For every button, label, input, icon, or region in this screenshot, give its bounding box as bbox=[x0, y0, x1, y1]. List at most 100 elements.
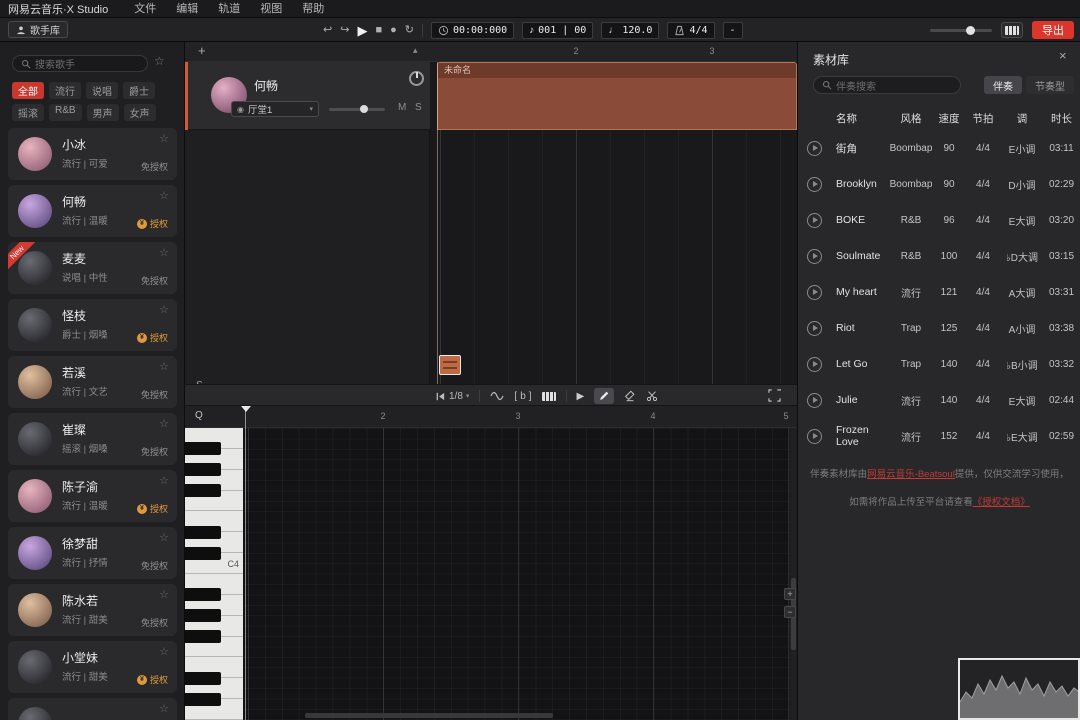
singer-card[interactable]: New 麦麦 说唱 | 中性 ☆ 免授权 bbox=[8, 242, 177, 294]
menu-track[interactable]: 轨道 bbox=[208, 0, 250, 18]
menu-view[interactable]: 视图 bbox=[250, 0, 292, 18]
swing-display[interactable]: - bbox=[723, 22, 743, 39]
library-row[interactable]: Riot Trap 125 4/4 A小调 03:38 bbox=[798, 310, 1080, 346]
quantize-button[interactable]: Q bbox=[195, 410, 203, 421]
favorite-star-icon[interactable]: ☆ bbox=[159, 645, 169, 658]
favorite-star-icon[interactable]: ☆ bbox=[159, 246, 169, 259]
record-button[interactable]: ● bbox=[390, 25, 397, 36]
zoom-out-button[interactable]: − bbox=[784, 606, 796, 618]
loop-button[interactable]: ↻ bbox=[405, 25, 414, 36]
singer-card[interactable]: 怪枝 爵士 | 烟嗓 ☆ ¥授权 bbox=[8, 299, 177, 351]
singer-card[interactable]: 崔璨 摇滚 | 烟嗓 ☆ 免授权 bbox=[8, 413, 177, 465]
favorite-star-icon[interactable]: ☆ bbox=[159, 189, 169, 202]
piano-black-key[interactable] bbox=[185, 526, 221, 539]
bar-beat-display[interactable]: ♪ 001 | 00 bbox=[522, 22, 593, 39]
fit-view-button[interactable] bbox=[768, 389, 781, 407]
eraser-tool[interactable] bbox=[624, 390, 636, 402]
mute-button[interactable]: M bbox=[398, 102, 406, 113]
vertical-scrollbar[interactable] bbox=[790, 428, 797, 720]
zoom-in-button[interactable]: + bbox=[784, 588, 796, 600]
piano-black-key[interactable] bbox=[185, 693, 221, 706]
favorite-star-icon[interactable]: ☆ bbox=[159, 132, 169, 145]
filter-jazz[interactable]: 爵士 bbox=[123, 82, 155, 99]
virtual-keyboard-button[interactable] bbox=[1001, 22, 1023, 38]
track-pan-knob[interactable] bbox=[409, 71, 424, 86]
vocal-track-header[interactable]: 何畅 ◉ 厅堂1 ▾ M S bbox=[185, 62, 430, 130]
beat-clip[interactable] bbox=[439, 355, 461, 375]
filter-all[interactable]: 全部 bbox=[12, 82, 44, 99]
select-tool[interactable]: ▶ bbox=[577, 391, 585, 402]
library-row[interactable]: Soulmate R&B 100 4/4 ♭D大调 03:15 bbox=[798, 238, 1080, 274]
singer-card[interactable]: 陈水若 流行 | 甜美 ☆ 免授权 bbox=[8, 584, 177, 636]
piano-black-key[interactable] bbox=[185, 609, 221, 622]
add-track-button[interactable]: + bbox=[198, 43, 206, 58]
snap-control[interactable]: 1/8 ▾ bbox=[435, 391, 469, 402]
time-display[interactable]: 00:00:000 bbox=[431, 22, 514, 39]
singer-card[interactable]: 陈子渝 流行 | 温暖 ☆ ¥授权 bbox=[8, 470, 177, 522]
note-name-toggle[interactable]: b bbox=[514, 391, 531, 402]
singer-card[interactable]: 小堂妹 流行 | 甜美 ☆ ¥授权 bbox=[8, 641, 177, 693]
pitch-curve-tool[interactable] bbox=[490, 390, 504, 402]
filter-female[interactable]: 女声 bbox=[124, 104, 156, 121]
library-row[interactable]: Brooklyn Boombap 90 4/4 D小调 02:29 bbox=[798, 166, 1080, 202]
piano-black-key[interactable] bbox=[185, 588, 221, 601]
pencil-tool[interactable] bbox=[594, 388, 614, 404]
favorite-star-icon[interactable]: ☆ bbox=[159, 702, 169, 715]
playhead-marker[interactable] bbox=[241, 406, 251, 412]
singer-search-input[interactable]: 搜索歌手 bbox=[12, 55, 148, 72]
arrange-grid[interactable]: 未命名 bbox=[430, 62, 797, 384]
volume-thumb[interactable] bbox=[966, 26, 975, 35]
preview-play-icon[interactable] bbox=[807, 393, 822, 408]
preview-play-icon[interactable] bbox=[807, 249, 822, 264]
piano-black-key[interactable] bbox=[185, 630, 221, 643]
filter-rap[interactable]: 说唱 bbox=[86, 82, 118, 99]
accompaniment-search-input[interactable]: 伴奏搜索 bbox=[813, 76, 961, 94]
piano-guide-toggle[interactable] bbox=[542, 392, 556, 401]
singer-library-button[interactable]: 歌手库 bbox=[8, 21, 68, 38]
menu-file[interactable]: 文件 bbox=[124, 0, 166, 18]
horizontal-scroll-thumb[interactable] bbox=[305, 713, 553, 718]
reverb-preset-dropdown[interactable]: ◉ 厅堂1 ▾ bbox=[231, 101, 319, 117]
close-icon[interactable]: × bbox=[1059, 48, 1067, 63]
favorite-star-icon[interactable]: ☆ bbox=[159, 531, 169, 544]
filter-pop[interactable]: 流行 bbox=[49, 82, 81, 99]
favorite-star-icon[interactable]: ☆ bbox=[159, 303, 169, 316]
preview-play-icon[interactable] bbox=[807, 177, 822, 192]
piano-black-key[interactable] bbox=[185, 672, 221, 685]
favorite-star-icon[interactable]: ☆ bbox=[159, 360, 169, 373]
master-volume-slider[interactable] bbox=[930, 29, 992, 32]
library-row[interactable]: My heart 流行 121 4/4 A大调 03:31 bbox=[798, 274, 1080, 310]
collapse-track-icon[interactable]: ▴ bbox=[413, 45, 418, 56]
preview-play-icon[interactable] bbox=[807, 429, 822, 444]
favorite-star-icon[interactable]: ☆ bbox=[159, 417, 169, 430]
note-grid[interactable] bbox=[243, 428, 790, 720]
redo-icon[interactable]: ↪ bbox=[340, 25, 349, 36]
track-volume-thumb[interactable] bbox=[360, 105, 368, 113]
library-row[interactable]: Frozen Love 流行 152 4/4 ♭E大调 02:59 bbox=[798, 418, 1080, 454]
singer-card[interactable]: 若溪 流行 | 文艺 ☆ 免授权 bbox=[8, 356, 177, 408]
solo-button[interactable]: S bbox=[415, 102, 422, 113]
library-row[interactable]: Let Go Trap 140 4/4 ♭B小调 03:32 bbox=[798, 346, 1080, 382]
preview-play-icon[interactable] bbox=[807, 285, 822, 300]
stop-button[interactable]: ■ bbox=[375, 25, 382, 36]
library-row[interactable]: 街角 Boombap 90 4/4 E小调 03:11 bbox=[798, 130, 1080, 166]
filter-rnb[interactable]: R&B bbox=[49, 104, 82, 121]
singer-card[interactable]: 小冰 流行 | 可爱 ☆ 免授权 bbox=[8, 128, 177, 180]
singer-card[interactable]: 徐梦甜 流行 | 抒情 ☆ 免授权 bbox=[8, 527, 177, 579]
menu-edit[interactable]: 编辑 bbox=[166, 0, 208, 18]
arrange-header-strip[interactable]: + ▴ 2 3 bbox=[185, 42, 797, 62]
vocal-clip[interactable]: 未命名 bbox=[437, 62, 797, 130]
preview-play-icon[interactable] bbox=[807, 357, 822, 372]
piano-black-key[interactable] bbox=[185, 547, 221, 560]
undo-icon[interactable]: ↩ bbox=[323, 25, 332, 36]
preview-play-icon[interactable] bbox=[807, 141, 822, 156]
library-row[interactable]: BOKE R&B 96 4/4 E大调 03:20 bbox=[798, 202, 1080, 238]
track-volume-slider[interactable] bbox=[329, 108, 385, 111]
favorite-star-icon[interactable]: ☆ bbox=[159, 588, 169, 601]
piano-roll-ruler[interactable]: Q 2 3 4 5 bbox=[185, 406, 797, 428]
preview-play-icon[interactable] bbox=[807, 213, 822, 228]
tab-accompaniment[interactable]: 伴奏 bbox=[984, 76, 1022, 94]
piano-black-key[interactable] bbox=[185, 484, 221, 497]
favorite-star-icon[interactable]: ☆ bbox=[159, 474, 169, 487]
license-doc-link[interactable]: 《授权文档》 bbox=[973, 497, 1030, 508]
